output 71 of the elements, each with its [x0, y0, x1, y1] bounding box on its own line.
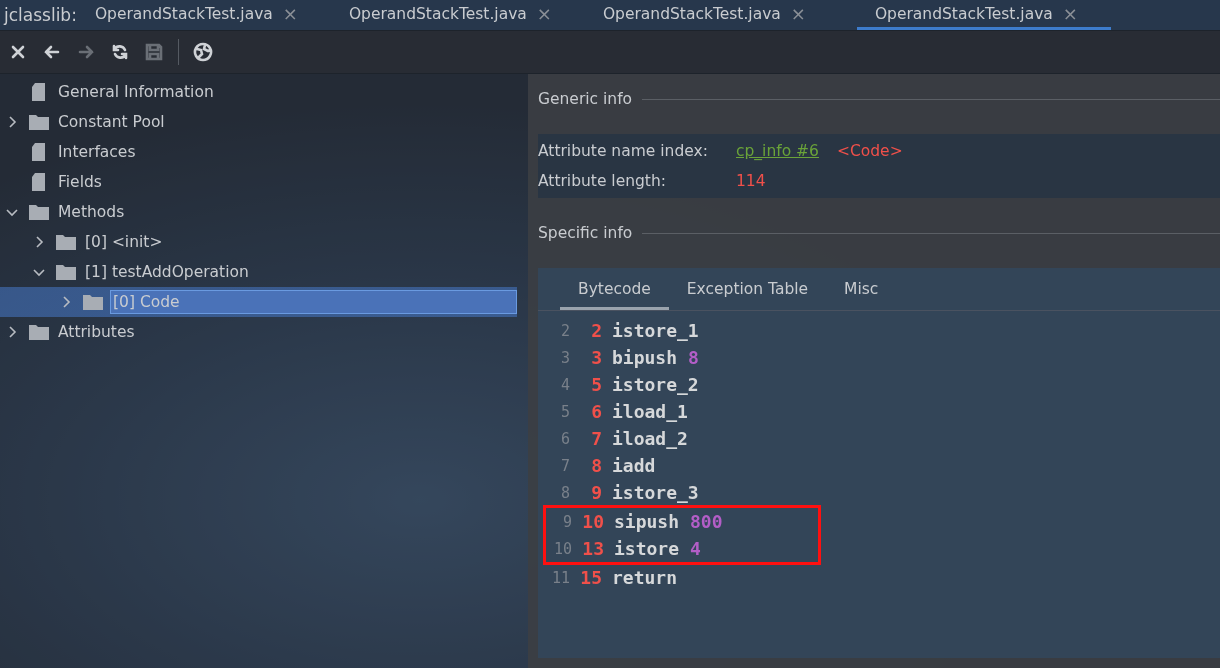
bytecode-offset: 8 [590, 455, 602, 476]
tree-item[interactable]: Methods [56, 201, 127, 223]
chevron-down-icon[interactable] [6, 206, 18, 218]
bytecode-offset: 5 [590, 374, 602, 395]
chevron-right-icon[interactable] [6, 116, 18, 128]
line-number: 5 [559, 402, 570, 421]
folder-icon [55, 263, 77, 281]
opcode: iload_2 [612, 428, 688, 449]
opcode: istore_2 [612, 374, 699, 395]
tree-item[interactable]: General Information [56, 81, 216, 103]
operand: 800 [690, 511, 723, 532]
line-number: 8 [559, 483, 570, 502]
line-number: 10 [552, 539, 572, 558]
file-tab[interactable]: OperandStackTest.java × [348, 0, 603, 30]
tree-item[interactable]: Interfaces [56, 141, 138, 163]
field-value: 114 [736, 172, 766, 190]
tree-item[interactable]: [1] testAddOperation [83, 261, 251, 283]
bytecode-offset: 7 [590, 428, 602, 449]
panel-tab[interactable]: Misc [826, 268, 897, 310]
section-title: Generic info [538, 90, 633, 108]
folder-icon [28, 323, 50, 341]
line-number: 4 [559, 375, 570, 394]
bytecode-offset: 10 [581, 511, 604, 532]
chevron-right-icon[interactable] [6, 326, 18, 338]
folder-icon [82, 293, 104, 311]
app-label: jclasslib: [2, 4, 78, 27]
panel-tab[interactable]: Bytecode [560, 268, 669, 310]
chevron-right-icon[interactable] [33, 236, 45, 248]
opcode: iadd [612, 455, 656, 476]
tree-item[interactable]: Fields [56, 171, 104, 193]
line-number: 3 [559, 348, 570, 367]
file-tab[interactable]: OperandStackTest.java × [94, 0, 349, 30]
bytecode-offset: 2 [590, 320, 602, 341]
chevron-down-icon[interactable] [33, 266, 45, 278]
field-label: Attribute name index: [538, 142, 709, 160]
opcode: istore [614, 538, 680, 559]
operand: 8 [688, 347, 699, 368]
close-tab-icon[interactable]: × [1062, 0, 1078, 27]
line-number: 11 [550, 568, 570, 587]
bytecode-offset: 9 [590, 482, 602, 503]
bytecode-offset: 15 [579, 567, 602, 588]
opcode: istore_3 [612, 482, 699, 503]
folder-icon [28, 203, 50, 221]
field-value: <Code> [836, 142, 903, 160]
opcode: istore_1 [612, 320, 699, 341]
line-number: 9 [561, 512, 572, 531]
line-number: 2 [559, 321, 570, 340]
operand: 4 [690, 538, 701, 559]
chevron-right-icon[interactable] [60, 296, 72, 308]
tree-item[interactable]: [0] <init> [83, 231, 165, 253]
opcode: sipush [614, 511, 680, 532]
bytecode-offset: 3 [590, 347, 602, 368]
panel-tab[interactable]: Exception Table [668, 268, 827, 310]
opcode: return [612, 567, 678, 588]
opcode: bipush [612, 347, 678, 368]
opcode: iload_1 [612, 401, 688, 422]
tree-item[interactable]: Attributes [56, 321, 137, 343]
line-number: 6 [559, 429, 570, 448]
constant-pool-link[interactable]: cp_info #6 [736, 142, 819, 160]
close-tab-icon[interactable]: × [282, 0, 298, 27]
tree-item[interactable]: Constant Pool [56, 111, 167, 133]
close-tab-icon[interactable]: × [536, 0, 552, 27]
bytecode-offset: 13 [581, 538, 604, 559]
folder-icon [55, 233, 77, 251]
file-tab[interactable]: OperandStackTest.java × [602, 0, 857, 30]
field-label: Attribute length: [538, 172, 667, 190]
folder-icon [28, 113, 50, 131]
section-title: Specific info [538, 224, 633, 242]
close-tab-icon[interactable]: × [790, 0, 806, 27]
bytecode-offset: 6 [590, 401, 602, 422]
line-number: 7 [559, 456, 570, 475]
